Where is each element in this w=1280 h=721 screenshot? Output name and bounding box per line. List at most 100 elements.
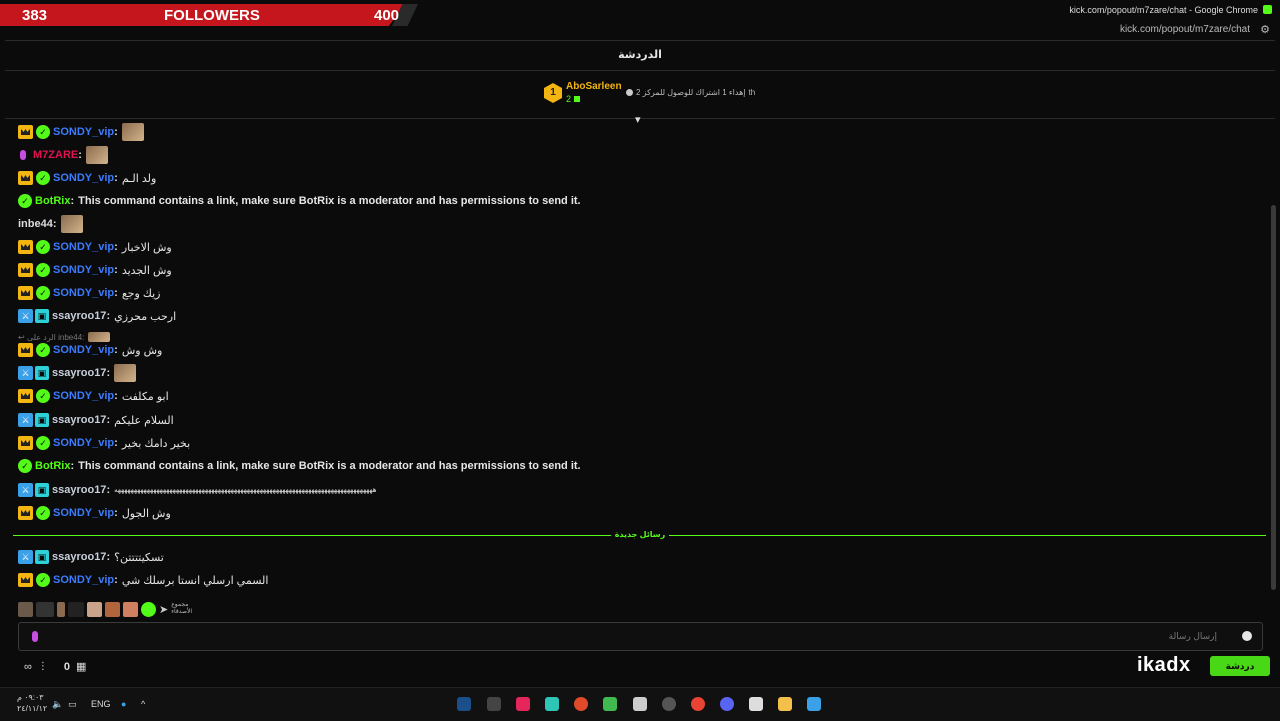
chat-scrollbar[interactable] xyxy=(1271,205,1276,590)
chat-username[interactable]: SONDY_vip xyxy=(53,287,114,299)
followers-label: FOLLOWERS xyxy=(164,7,260,24)
app-icon-1[interactable] xyxy=(545,697,559,711)
reply-preview[interactable]: ↩ الرد على inbe44: xyxy=(18,332,111,342)
chat-username[interactable]: ssayroo17 xyxy=(52,310,106,322)
tiktok-icon[interactable] xyxy=(516,697,530,711)
chat-message[interactable]: ⚔ ▣ ssayroo17: ارحب محرزي xyxy=(18,306,176,326)
chat-username[interactable]: BotRix xyxy=(35,460,70,472)
chat-message[interactable]: ✓ BotRix: This command contains a link, ma… xyxy=(18,191,581,211)
start-menu-icon[interactable] xyxy=(807,697,821,711)
points-count: 0 xyxy=(63,660,70,673)
chat-message[interactable]: ✓ BotRix: This command contains a link, ma… xyxy=(18,456,581,476)
chat-username[interactable]: SONDY_vip xyxy=(53,390,114,402)
chat-username[interactable]: ssayroo17 xyxy=(52,414,106,426)
chat-message[interactable]: ✓ SONDY_vip: ولد الـم xyxy=(18,168,156,188)
network-icon[interactable]: ▭ xyxy=(68,699,77,710)
file-explorer-icon[interactable] xyxy=(778,697,792,711)
chat-message[interactable]: ✓ SONDY_vip: وش وش xyxy=(18,340,162,360)
chat-username[interactable]: SONDY_vip xyxy=(53,264,114,276)
chat-title: الدردشة xyxy=(618,49,662,61)
username-colon: : xyxy=(114,437,118,449)
store-icon[interactable]: ▦ xyxy=(76,660,86,673)
chat-message[interactable]: ⚔ ▣ ssayroo17: السلام عليكم xyxy=(18,410,174,430)
chrome-icon[interactable] xyxy=(691,697,705,711)
share-icon[interactable]: ⋮ xyxy=(38,661,48,672)
chat-message[interactable]: ✓ SONDY_vip: وش الجديد xyxy=(18,260,172,280)
steam-icon[interactable] xyxy=(457,697,471,711)
tray-expand-icon[interactable]: ^ xyxy=(141,699,145,709)
chat-username[interactable]: SONDY_vip xyxy=(53,344,114,356)
chat-username[interactable]: inbe44 xyxy=(18,218,53,230)
chat-username[interactable]: SONDY_vip xyxy=(53,574,114,586)
chat-username[interactable]: M7ZARE xyxy=(33,149,78,161)
vip-crown-icon xyxy=(18,286,33,300)
verified-badge-icon: ✓ xyxy=(36,389,50,403)
chat-username[interactable]: SONDY_vip xyxy=(53,241,114,253)
chat-send-button[interactable]: دردشة xyxy=(1210,656,1270,676)
moderator-sword-icon: ⚔ xyxy=(18,550,33,564)
emoji-picker-icon[interactable] xyxy=(1242,631,1252,641)
username-colon: : xyxy=(114,241,118,253)
app-icon-2[interactable] xyxy=(603,697,617,711)
emote-8[interactable] xyxy=(141,601,156,617)
subscriber-badge-icon: ▣ xyxy=(35,483,49,497)
collapse-icon[interactable]: ▾ xyxy=(635,113,641,126)
chat-message[interactable]: ✓ SONDY_vip: زيك وجع xyxy=(18,283,160,303)
chat-username[interactable]: BotRix xyxy=(35,195,70,207)
address-bar[interactable]: kick.com/popout/m7zare/chat xyxy=(1120,24,1250,35)
vip-crown-icon xyxy=(18,506,33,520)
chat-username[interactable]: SONDY_vip xyxy=(53,437,114,449)
username-colon: : xyxy=(114,574,118,586)
chat-message-text: وش الجديد xyxy=(121,264,172,277)
site-settings-icon[interactable]: ⚙ xyxy=(1260,23,1270,36)
mic-icon[interactable] xyxy=(32,631,38,642)
chat-message[interactable]: inbe44: xyxy=(18,214,83,234)
emote-4[interactable] xyxy=(68,601,84,617)
window-app-icon[interactable] xyxy=(633,697,647,711)
emote-bar-label: مجموع الأصدقاء xyxy=(171,602,193,615)
verified-badge-icon: ✓ xyxy=(18,194,32,208)
chat-message[interactable]: ✓ SONDY_vip: ابو مكلفت xyxy=(18,386,169,406)
settings-icon[interactable] xyxy=(662,697,676,711)
chat-message-text: تسكيتتتتن؟ xyxy=(114,551,164,564)
chat-message-text: This command contains a link, make sure … xyxy=(78,460,581,472)
chat-message[interactable]: M7ZARE: xyxy=(18,145,108,165)
verified-badge-icon: ✓ xyxy=(36,263,50,277)
emote-6[interactable] xyxy=(105,601,120,617)
game-controller-icon[interactable] xyxy=(487,697,501,711)
discord-icon[interactable] xyxy=(720,697,734,711)
infinity-points-icon[interactable]: ∞ xyxy=(24,661,32,673)
verified-badge-icon: ✓ xyxy=(36,573,50,587)
moderator-sword-icon: ⚔ xyxy=(18,309,33,323)
chat-message[interactable]: ⚔ ▣ ssayroo17: xyxy=(18,363,137,383)
chat-message[interactable]: ⚔ ▣ ssayroo17: تسكيتتتتن؟ xyxy=(18,547,164,567)
chat-message[interactable]: ✓ SONDY_vip: xyxy=(18,122,144,142)
send-emote-icon[interactable]: ➤ xyxy=(159,603,168,616)
emote-3[interactable] xyxy=(57,601,65,617)
chat-message[interactable]: ✓ SONDY_vip: وش الجول xyxy=(18,503,171,523)
chat-username[interactable]: ssayroo17 xyxy=(52,484,106,496)
chat-username[interactable]: SONDY_vip xyxy=(53,172,114,184)
top-gifter-pin[interactable]: 1 AboSarleen 2 إهداء 1 اشتراك للوصول للم… xyxy=(540,80,760,106)
chat-username[interactable]: SONDY_vip xyxy=(53,507,114,519)
chat-username[interactable]: ssayroo17 xyxy=(52,551,106,563)
mic-tray-icon[interactable]: ● xyxy=(121,699,126,709)
chat-username[interactable]: SONDY_vip xyxy=(53,126,114,138)
language-indicator[interactable]: ENG xyxy=(91,699,111,709)
vip-crown-icon xyxy=(18,573,33,587)
chat-message[interactable]: ✓ SONDY_vip: بخير دامك بخير xyxy=(18,433,190,453)
chat-message[interactable]: ✓ SONDY_vip: السمي ارسلي انستا برسلك شي xyxy=(18,570,268,590)
emote-2[interactable] xyxy=(36,601,54,617)
chat-username[interactable]: ssayroo17 xyxy=(52,367,106,379)
emote-1[interactable] xyxy=(18,601,33,617)
chat-message[interactable]: ✓ SONDY_vip: وش الاخبار xyxy=(18,237,172,257)
chat-message[interactable]: ⚔ ▣ ssayroo17: هههههههههههههههههههههههههههه… xyxy=(18,480,377,500)
chat-input[interactable]: إرسال رسالة xyxy=(18,622,1263,651)
color-app-icon[interactable] xyxy=(574,697,588,711)
emote-7[interactable] xyxy=(123,601,138,617)
verified-badge-icon: ✓ xyxy=(36,171,50,185)
clock[interactable]: ٠٩:٠٣ م ٢٤/١١/١٢ xyxy=(17,692,47,714)
volume-icon[interactable]: 🔈 xyxy=(52,699,63,710)
store-app-icon[interactable] xyxy=(749,697,763,711)
emote-5[interactable] xyxy=(87,601,102,617)
